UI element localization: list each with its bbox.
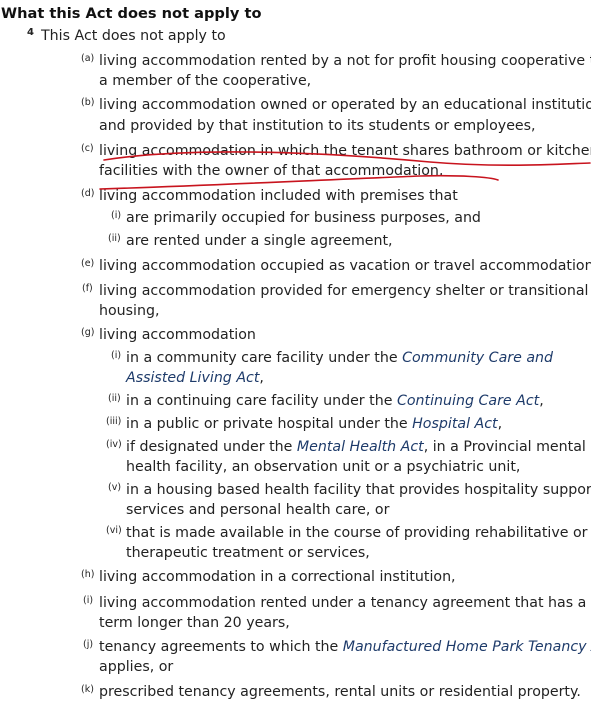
item-b-line2: and provided by that institution to its … bbox=[99, 118, 536, 134]
marker-e: (e) bbox=[81, 258, 95, 269]
item-g-ii: in a continuing care facility under the … bbox=[126, 393, 544, 409]
marker-g-iv: (iv) bbox=[106, 439, 122, 450]
item-g-line1: living accommodation bbox=[99, 327, 256, 343]
section-heading: What this Act does not apply to bbox=[1, 5, 262, 22]
marker-g-v: (v) bbox=[108, 482, 122, 493]
item-g-iii: in a public or private hospital under th… bbox=[126, 416, 503, 432]
item-g-v-line1: in a housing based health facility that … bbox=[126, 482, 591, 498]
item-g-i-line1: in a community care facility under the C… bbox=[126, 350, 554, 366]
act-link-continuing-care[interactable]: Continuing Care Act bbox=[397, 393, 539, 409]
item-g-iv-line2: health facility, an observation unit or … bbox=[126, 459, 521, 475]
item-d-line1: living accommodation included with premi… bbox=[99, 188, 458, 204]
item-g-i-line2: Assisted Living Act, bbox=[126, 370, 264, 386]
item-d-i: are primarily occupied for business purp… bbox=[126, 210, 481, 226]
item-c-line1: living accommodation in which the tenant… bbox=[99, 143, 591, 159]
act-link-mental-health[interactable]: Mental Health Act bbox=[297, 439, 424, 455]
marker-g-iii: (iii) bbox=[106, 416, 122, 427]
item-i-line2: term longer than 20 years, bbox=[99, 615, 290, 631]
marker-j: (j) bbox=[83, 639, 94, 650]
marker-f: (f) bbox=[82, 283, 93, 294]
marker-k: (k) bbox=[81, 684, 94, 695]
marker-a: (a) bbox=[81, 53, 95, 64]
marker-g: (g) bbox=[81, 327, 95, 338]
item-j-line2: applies, or bbox=[99, 659, 174, 675]
item-g-vi-line1: that is made available in the course of … bbox=[126, 525, 588, 541]
act-link-hospital[interactable]: Hospital Act bbox=[412, 416, 497, 432]
item-k-line1: prescribed tenancy agreements, rental un… bbox=[99, 684, 581, 700]
act-link-community-care[interactable]: Community Care and bbox=[402, 350, 553, 366]
item-g-v-line2: services and personal health care, or bbox=[126, 502, 390, 518]
item-g-iv-line1: if designated under the Mental Health Ac… bbox=[126, 439, 586, 455]
item-d-ii: are rented under a single agreement, bbox=[126, 233, 393, 249]
item-c-line2: facilities with the owner of that accomm… bbox=[99, 163, 444, 179]
item-a-line1: living accommodation rented by a not for… bbox=[99, 53, 591, 69]
marker-c: (c) bbox=[81, 143, 94, 154]
item-h-line1: living accommodation in a correctional i… bbox=[99, 569, 456, 585]
section-number: 4 bbox=[27, 27, 34, 38]
marker-g-vi: (vi) bbox=[106, 525, 122, 536]
marker-i: (i) bbox=[83, 595, 94, 606]
item-j-line1: tenancy agreements to which the Manufact… bbox=[99, 637, 591, 657]
item-i-line1: living accommodation rented under a tena… bbox=[99, 595, 587, 611]
act-link-assisted-living[interactable]: Assisted Living Act bbox=[126, 370, 259, 386]
item-g-vi-line2: therapeutic treatment or services, bbox=[126, 545, 370, 561]
marker-d: (d) bbox=[81, 188, 95, 199]
item-f-line2: housing, bbox=[99, 303, 160, 319]
item-e-line1: living accommodation occupied as vacatio… bbox=[99, 258, 591, 274]
marker-d-i: (i) bbox=[111, 210, 122, 221]
marker-g-i: (i) bbox=[111, 350, 122, 361]
marker-g-ii: (ii) bbox=[108, 393, 121, 404]
item-b-line1: living accommodation owned or operated b… bbox=[99, 97, 591, 113]
act-link-manufactured-home-park[interactable]: Manufactured Home Park Tenancy A bbox=[343, 639, 591, 655]
marker-b: (b) bbox=[81, 97, 95, 108]
item-f-line1: living accommodation provided for emerge… bbox=[99, 283, 589, 299]
marker-h: (h) bbox=[81, 569, 95, 580]
marker-d-ii: (ii) bbox=[108, 233, 121, 244]
section-intro: This Act does not apply to bbox=[41, 28, 226, 44]
item-a-line2: a member of the cooperative, bbox=[99, 73, 312, 89]
